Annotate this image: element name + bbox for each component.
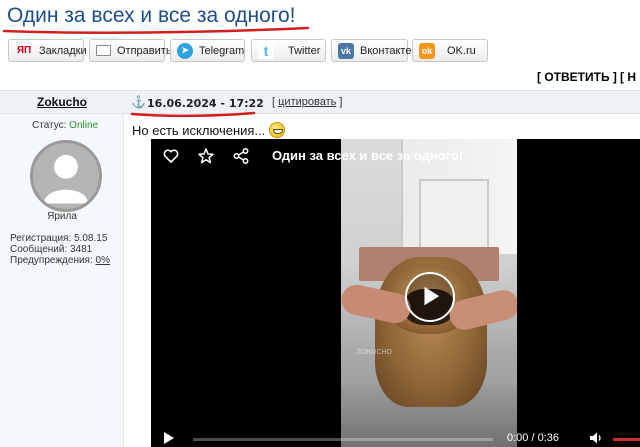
share-bookmarks-button[interactable]: ЯП Закладки [8, 39, 87, 62]
telegram-icon: ➤ [177, 42, 193, 59]
warnings-label: Предупреждения: [10, 255, 96, 266]
avatar[interactable] [30, 140, 102, 212]
video-time: 0:00 / 0:36 [507, 432, 559, 444]
share-vk-label: Вконтакте [360, 44, 412, 57]
user-status: Статус: Online [32, 120, 98, 131]
twitter-icon: t [258, 42, 274, 59]
author-name[interactable]: Zokucho [0, 95, 124, 109]
video-controls: 0:00 / 0:36 [151, 427, 640, 447]
share-bar: ЯП Закладки Отправить ➤ Telegram t Twitt… [0, 36, 640, 66]
ok-icon: ok [419, 42, 435, 59]
vk-icon: vk [338, 42, 354, 59]
share-bookmarks-label: Закладки [39, 44, 87, 57]
share-icon[interactable] [232, 147, 250, 165]
new-topic-link[interactable]: [ Н [620, 70, 636, 84]
user-rank: Ярила [47, 211, 77, 222]
share-twitter-button[interactable]: t Twitter [251, 39, 326, 62]
share-mail-button[interactable]: Отправить [89, 39, 172, 62]
reply-bar: [ ОТВЕТИТЬ ] [ Н [0, 69, 640, 87]
share-twitter-label: Twitter [288, 44, 321, 57]
quote-close-bracket: ] [336, 96, 343, 108]
volume-icon[interactable] [589, 431, 603, 445]
post-header: Zokucho ⚓ 16.06.2024 - 17:22 [ цитироват… [0, 90, 640, 118]
star-icon[interactable] [197, 147, 215, 165]
volume-slider[interactable] [613, 438, 640, 441]
share-telegram-button[interactable]: ➤ Telegram [170, 39, 245, 62]
share-ok-button[interactable]: ok OK.ru [412, 39, 488, 62]
smiley-icon [269, 122, 286, 138]
heart-icon[interactable] [162, 147, 180, 165]
progress-bar[interactable] [193, 438, 493, 441]
share-mail-label: Отправить [117, 44, 172, 57]
post-text: Но есть исключения... [132, 122, 266, 138]
play-icon [424, 286, 440, 306]
status-label: Статус: [32, 120, 70, 131]
play-small-icon[interactable] [163, 432, 175, 444]
mail-icon [96, 45, 111, 56]
video-title: Один за всех и все за одного! [272, 148, 464, 163]
quote-label: цитировать [278, 96, 337, 108]
video-watermark: ZOKUCHO [357, 349, 392, 356]
share-telegram-label: Telegram [199, 44, 245, 57]
date-underline-annotation [130, 111, 256, 118]
share-ok-label: OK.ru [447, 44, 476, 57]
forum-page: Один за всех и все за одного! ЯП Закладк… [0, 0, 640, 447]
message-count: Сообщений: 3481 [10, 244, 93, 255]
title-underline-annotation [2, 26, 310, 34]
default-user-icon [44, 154, 88, 204]
post-date: 16.06.2024 - 17:22 [147, 97, 264, 110]
video-player[interactable]: ZOKUCHO Один за всех и все за одного! 0:… [151, 139, 640, 447]
warnings-value[interactable]: 0% [96, 255, 110, 266]
post-body: Но есть исключения... [132, 122, 286, 138]
yandex-bookmarks-icon: ЯП [16, 45, 32, 56]
play-button[interactable] [405, 272, 455, 322]
registration-date: Регистрация: 5.08.15 [10, 233, 108, 244]
warnings-row: Предупреждения: 0% [10, 255, 110, 266]
reply-link[interactable]: [ ОТВЕТИТЬ ] [537, 70, 617, 84]
status-value: Online [69, 120, 99, 131]
quote-link[interactable]: [ цитировать ] [272, 96, 342, 108]
user-stats: Регистрация: 5.08.15 Сообщений: 3481 Пре… [10, 233, 110, 266]
anchor-icon[interactable]: ⚓ [131, 95, 146, 109]
share-vk-button[interactable]: vk Вконтакте [331, 39, 412, 62]
